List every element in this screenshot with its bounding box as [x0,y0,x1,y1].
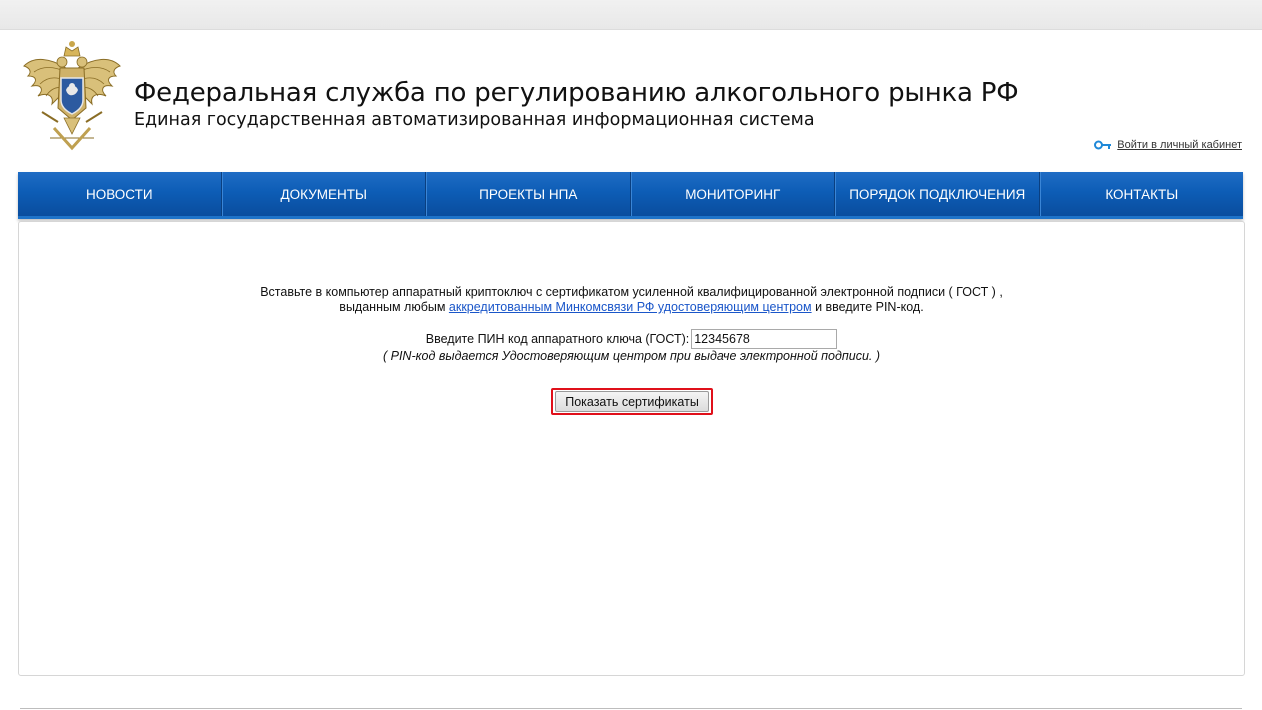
show-certificates-button[interactable]: Показать сертификаты [555,391,709,412]
content-panel: Вставьте в компьютер аппаратный криптокл… [18,221,1245,676]
double-headed-eagle-emblem-icon [20,38,124,152]
login-area: Войти в личный кабинет [1094,139,1242,151]
pin-label: Введите ПИН код аппаратного ключа (ГОСТ)… [425,332,690,346]
nav-item-monitoring[interactable]: МОНИТОРИНГ [630,172,835,216]
instruction-line-2-suffix: и введите PIN-код. [811,300,924,314]
browser-top-bar [0,0,1262,30]
nav-item-news[interactable]: НОВОСТИ [18,172,222,216]
main-nav: НОВОСТИ ДОКУМЕНТЫ ПРОЕКТЫ НПА МОНИТОРИНГ… [18,172,1243,219]
button-highlight-frame: Показать сертификаты [551,388,713,415]
pin-row: Введите ПИН код аппаратного ключа (ГОСТ)… [19,329,1244,349]
page-title: Федеральная служба по регулированию алко… [134,78,1019,108]
pin-input[interactable] [691,329,838,349]
page-subtitle: Единая государственная автоматизированна… [134,110,815,130]
nav-item-npa-projects[interactable]: ПРОЕКТЫ НПА [426,172,631,216]
key-icon [1094,140,1112,150]
login-link[interactable]: Войти в личный кабинет [1117,139,1242,151]
nav-item-connection-procedure[interactable]: ПОРЯДОК ПОДКЛЮЧЕНИЯ [835,172,1040,216]
instruction-line-1: Вставьте в компьютер аппаратный криптокл… [260,285,1003,299]
nav-item-documents[interactable]: ДОКУМЕНТЫ [221,172,426,216]
accredited-centers-link[interactable]: аккредитованным Минкомсвязи РФ удостовер… [449,300,812,314]
instruction-line-2: выданным любым аккредитованным Минкомсвя… [19,300,1244,315]
footer-divider [20,708,1242,709]
instruction-line-2-prefix: выданным любым [339,300,449,314]
nav-item-contacts[interactable]: КОНТАКТЫ [1039,172,1244,216]
pin-hint: ( PIN-код выдается Удостоверяющим центро… [382,349,881,363]
instruction-text: Вставьте в компьютер аппаратный криптокл… [19,285,1244,315]
page: Федеральная служба по регулированию алко… [0,30,1262,710]
